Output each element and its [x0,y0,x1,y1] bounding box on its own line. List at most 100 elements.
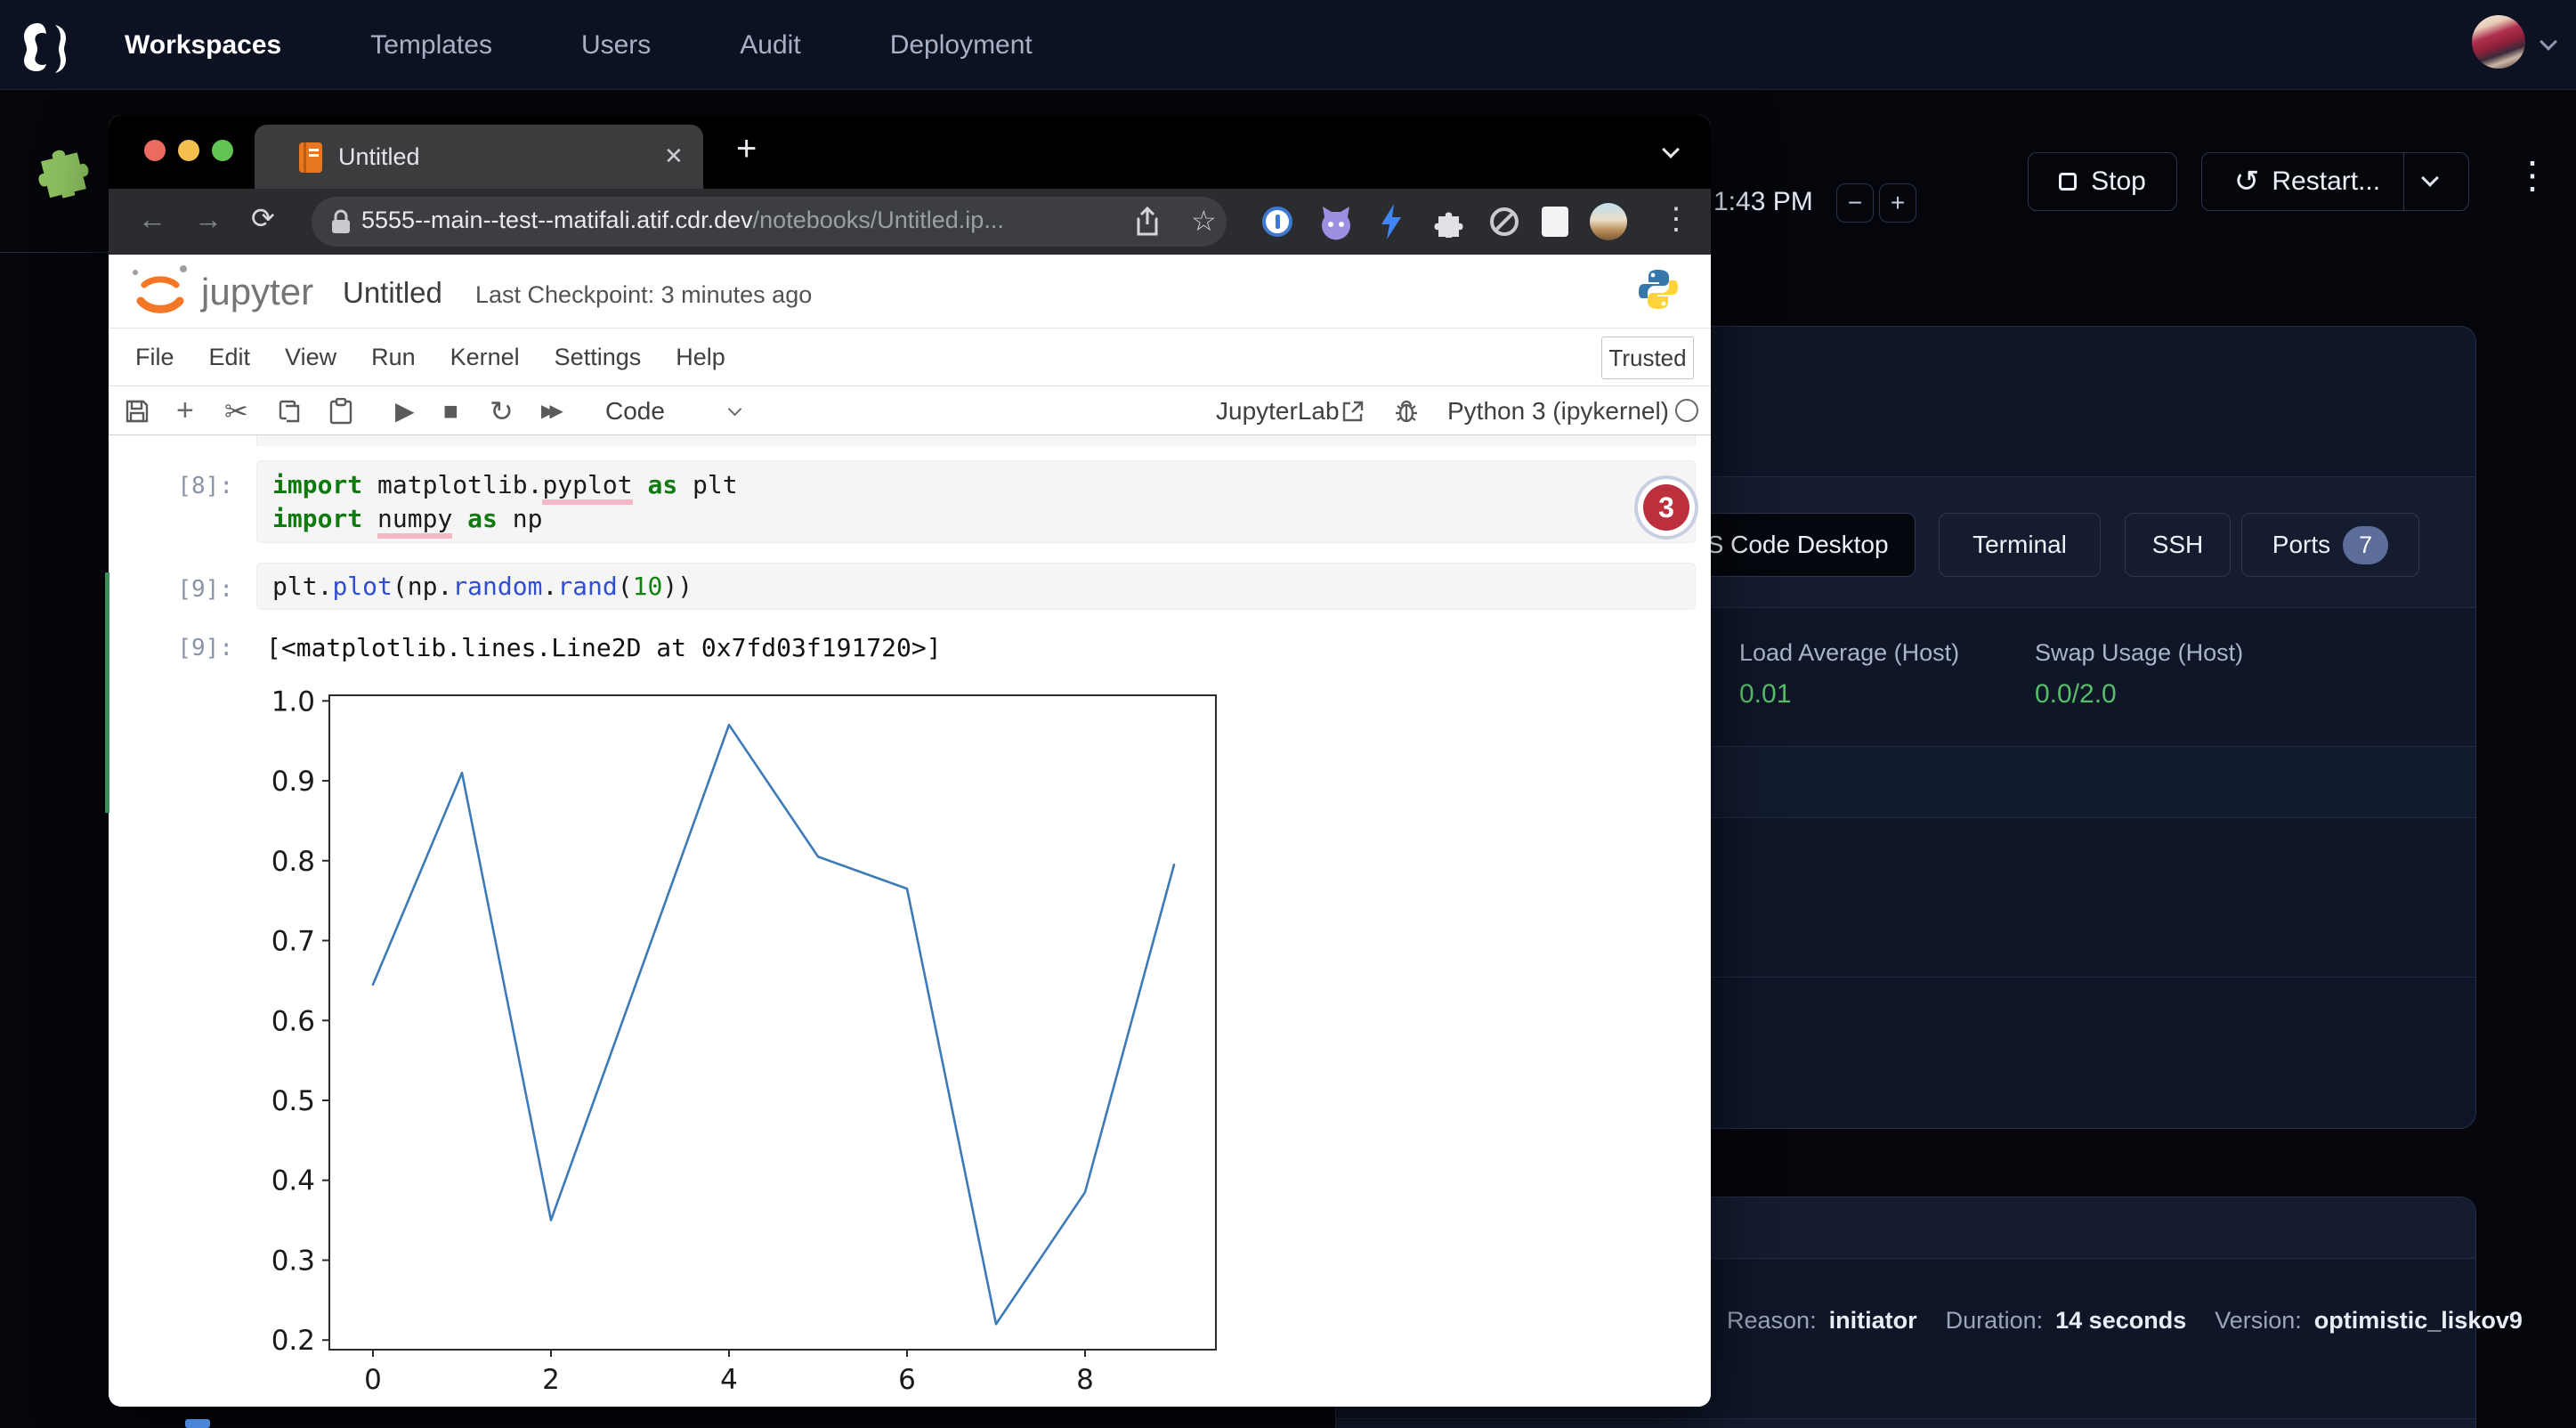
nav-item-deployment[interactable]: Deployment [890,30,1033,61]
tab-search-chevron-icon[interactable] [1662,141,1680,158]
clipped-cell-strip [256,435,1696,446]
svg-text:0.4: 0.4 [271,1165,315,1197]
load-average-stat: Load Average (Host) 0.01 [1739,639,1959,710]
swap-usage-value: 0.0/2.0 [2035,679,2243,710]
close-tab-icon[interactable]: ✕ [664,142,684,170]
debugger-bug-icon[interactable] [1394,386,1419,435]
copy-icon[interactable] [278,386,303,435]
ports-button[interactable]: Ports 7 [2241,513,2419,577]
restart-icon: ↺ [2234,164,2260,199]
interrupt-kernel-icon[interactable]: ■ [443,386,458,435]
ssh-button[interactable]: SSH [2125,513,2231,577]
workspace-menu-button[interactable]: ⋮ [2514,153,2551,197]
tab-title: Untitled [338,143,420,171]
svg-text:1.0: 1.0 [271,686,315,718]
badge-count: 3 [1643,484,1689,531]
darkreader-extension-icon[interactable] [1542,207,1568,237]
nav-item-workspaces[interactable]: Workspaces [125,30,281,61]
ports-count-badge: 7 [2343,526,2388,564]
swap-usage-stat: Swap Usage (Host) 0.0/2.0 [2035,639,2243,710]
code-line: plt.plot(np.random.rand(10)) [272,570,1695,604]
browser-profile-avatar[interactable] [1590,203,1627,240]
reason-value: initiator [1829,1307,1917,1335]
badge-ring: 3 [1638,479,1695,536]
code-line: import matplotlib.pyplot as plt [272,468,1695,502]
screen: 1:43 PM − + Stop ↺ Restart... ⋮ VS Code … [0,0,2576,1428]
url-text: 5555--main--test--matifali.atif.cdr.dev/… [361,207,1004,234]
cell-type-select[interactable]: Code [605,386,665,435]
user-avatar[interactable] [2472,15,2525,69]
new-tab-button[interactable]: + [736,129,757,169]
restart-divider [2403,153,2404,210]
reload-icon[interactable]: ⟳ [251,201,275,235]
version-label: Version: [2215,1307,2302,1335]
lightning-extension-icon[interactable] [1378,203,1405,240]
maximize-window-button[interactable] [212,140,233,161]
menu-view[interactable]: View [285,344,336,371]
ssh-label: SSH [2152,531,2204,559]
restart-kernel-icon[interactable]: ↻ [490,386,514,435]
share-icon[interactable] [1136,207,1159,237]
back-icon[interactable]: ← [138,203,166,236]
svg-text:0.5: 0.5 [271,1085,315,1117]
bookmark-star-icon[interactable]: ☆ [1191,204,1217,238]
code-cell[interactable]: plt.plot(np.random.rand(10)) [256,563,1696,610]
restart-chevron-icon[interactable] [2421,169,2439,187]
notebook-title[interactable]: Untitled [343,276,442,310]
ports-label: Ports [2272,531,2330,559]
schedule-minus-button[interactable]: − [1836,183,1874,223]
svg-text:0.3: 0.3 [271,1245,315,1277]
terminal-button[interactable]: Terminal [1939,513,2101,577]
trusted-button[interactable]: Trusted [1601,337,1694,379]
svg-text:0.7: 0.7 [271,926,315,958]
stop-button[interactable]: Stop [2028,152,2177,211]
notification-badge[interactable]: 3 [1634,475,1698,540]
notebook-area: [8]: import matplotlib.pyplot as plt imp… [109,435,1711,1407]
cell-type-chevron-icon[interactable] [728,402,742,417]
onepassword-extension-icon[interactable] [1262,207,1292,237]
schedule-plus-button[interactable]: + [1879,183,1916,223]
version-value: optimistic_liskov9 [2314,1307,2523,1335]
blocker-extension-icon[interactable] [1488,206,1520,238]
menu-kernel[interactable]: Kernel [450,344,520,371]
browser-tab[interactable]: Untitled ✕ [255,125,703,189]
lock-icon [329,208,352,235]
svg-text:0.6: 0.6 [271,1005,315,1037]
save-icon[interactable] [125,386,150,435]
plus-icon: + [1891,189,1905,217]
browser-menu-icon[interactable]: ⋮ [1661,201,1691,237]
nav-item-templates[interactable]: Templates [370,30,492,61]
user-menu-chevron-icon[interactable] [2540,33,2557,51]
kernel-name[interactable]: Python 3 (ipykernel) [1447,386,1669,435]
menu-run[interactable]: Run [371,344,416,371]
restart-button[interactable]: ↺ Restart... [2201,152,2469,211]
paste-icon[interactable] [329,386,352,435]
jupyterlab-link[interactable]: JupyterLab [1216,386,1340,435]
minimize-window-button[interactable] [178,140,199,161]
insert-cell-icon[interactable]: + [176,386,194,435]
run-all-icon[interactable]: ▶▶ [541,386,558,435]
forward-icon[interactable]: → [194,203,223,236]
status-fragment [185,1419,210,1428]
close-window-button[interactable] [144,140,166,161]
run-cell-icon[interactable]: ▶ [395,386,415,435]
address-bar[interactable]: 5555--main--test--matifali.atif.cdr.dev/… [312,197,1227,247]
stop-icon [2059,173,2077,191]
nav-item-users[interactable]: Users [581,30,651,61]
jupyter-toolbar: + ✂ ▶ ■ ↻ ▶▶ Code JupyterLab Python 3 (i… [109,386,1711,435]
extensions-puzzle-icon[interactable] [1432,206,1464,238]
cut-icon[interactable]: ✂ [224,386,248,435]
menu-file[interactable]: File [135,344,174,371]
svg-text:8: 8 [1076,1364,1094,1396]
menu-settings[interactable]: Settings [555,344,642,371]
kernel-status-icon [1675,399,1698,422]
external-link-icon[interactable] [1341,386,1365,435]
cat-extension-icon[interactable] [1319,205,1353,240]
active-indicator-bar [105,572,109,813]
coder-logo[interactable] [20,16,75,73]
cell-prompt: [8]: [162,473,233,499]
code-cell[interactable]: import matplotlib.pyplot as plt import n… [256,460,1696,543]
nav-item-audit[interactable]: Audit [740,30,800,61]
menu-edit[interactable]: Edit [209,344,251,371]
menu-help[interactable]: Help [676,344,725,371]
